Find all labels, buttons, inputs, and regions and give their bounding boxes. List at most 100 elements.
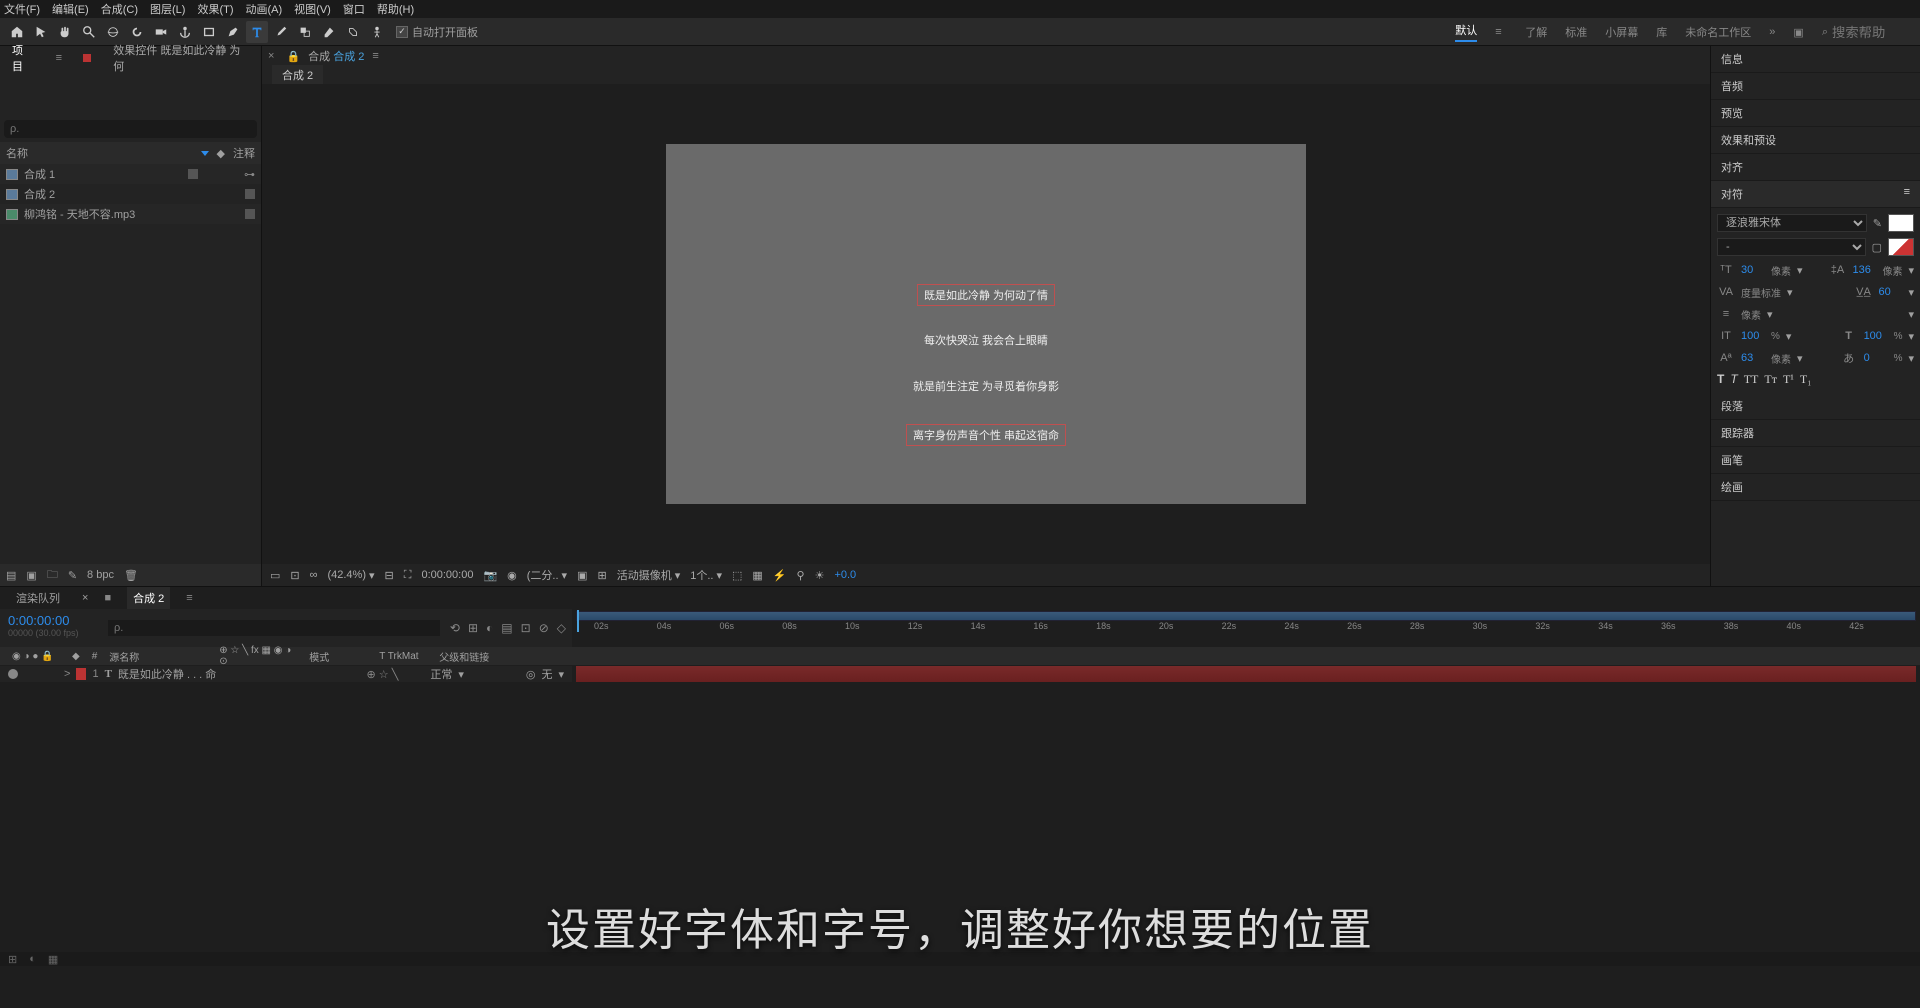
tl-marker-icon[interactable]: ◇ <box>557 621 566 635</box>
dropdown-icon[interactable]: ▾ <box>1908 330 1914 343</box>
tlf-frame-icon[interactable]: ▦ <box>48 953 58 966</box>
smallcaps-btn[interactable]: Tᴛ <box>1764 372 1777 387</box>
style-select[interactable]: - <box>1717 238 1866 256</box>
layer-switches[interactable]: ⊕ ☆ ╲ <box>367 668 399 681</box>
current-time[interactable]: 0:00:00:00 <box>8 613 94 628</box>
project-columns[interactable]: 名称 ◆ 注释 <box>0 142 261 164</box>
zoom-tool[interactable] <box>78 21 100 43</box>
trash-icon[interactable]: 🗑 <box>124 569 138 582</box>
ws-standard[interactable]: 标准 <box>1565 24 1587 40</box>
panel-brush[interactable]: 画笔 <box>1711 447 1920 474</box>
dropdown-icon[interactable]: ▾ <box>1797 352 1803 365</box>
font-select[interactable]: 逐浪雅宋体 <box>1717 214 1867 232</box>
project-item[interactable]: 合成 2 <box>0 184 261 204</box>
close-comp-icon[interactable]: × <box>268 50 274 62</box>
views-control[interactable]: 1个..▾ <box>690 567 722 583</box>
ws-learn[interactable]: 了解 <box>1525 24 1547 40</box>
vf-snapshot-icon[interactable]: 📷 <box>483 569 497 582</box>
zoom-control[interactable]: (42.4%)▾ <box>327 569 374 582</box>
bold-btn[interactable]: T <box>1717 372 1724 387</box>
panel-audio[interactable]: 音频 <box>1711 73 1920 100</box>
vf-fast-icon[interactable]: ⚡ <box>773 569 787 582</box>
ws-default[interactable]: 默认 <box>1455 22 1477 42</box>
menu-edit[interactable]: 编辑(E) <box>52 1 89 17</box>
tlf-toggle-icon[interactable]: ⊞ <box>8 953 17 966</box>
vf-mask-icon[interactable]: ∞ <box>310 569 318 581</box>
ws-box-icon[interactable]: ▣ <box>1793 26 1803 39</box>
visibility-icon[interactable] <box>8 669 18 679</box>
comp-tab-label[interactable]: 合成 合成 2 <box>308 48 364 64</box>
menu-layer[interactable]: 图层(L) <box>150 1 185 17</box>
dropdown-icon[interactable]: ▾ <box>1797 264 1803 277</box>
bpc-label[interactable]: 8 bpc <box>87 569 114 581</box>
comp-menu-icon[interactable]: ≡ <box>372 50 384 62</box>
col-name[interactable]: 名称 <box>6 145 189 161</box>
vf-roi-icon[interactable]: ▣ <box>577 569 587 582</box>
eyedropper-icon[interactable]: ✎ <box>1873 217 1882 230</box>
comp-subtab[interactable]: 合成 2 <box>272 65 323 85</box>
menu-file[interactable]: 文件(F) <box>4 1 40 17</box>
project-item[interactable]: 柳鸿铭 - 天地不容.mp3 <box>0 204 261 224</box>
panel-align[interactable]: 对齐 <box>1711 154 1920 181</box>
tlf-zoom-icon[interactable]: ◐ <box>29 953 36 965</box>
vf-mag-icon[interactable]: ▭ <box>270 569 280 582</box>
tab-render-queue[interactable]: 渲染队列 <box>10 587 66 609</box>
project-search-input[interactable] <box>4 120 257 138</box>
stroke-swatch[interactable] <box>1888 238 1914 256</box>
caps-btn[interactable]: TT <box>1744 372 1759 387</box>
tracking[interactable]: 60 <box>1878 286 1902 298</box>
layer-name[interactable]: 既是如此冷静 . . . 命 <box>118 666 216 682</box>
hamburger-icon[interactable]: ≡ <box>1495 26 1507 38</box>
dropdown-icon[interactable]: ▾ <box>1908 352 1914 365</box>
kern-mode[interactable]: 度量标准 <box>1741 285 1781 300</box>
vf-px-icon[interactable]: ▦ <box>752 569 762 582</box>
mode-dropdown-icon[interactable]: ▾ <box>458 668 464 681</box>
menu-anim[interactable]: 动画(A) <box>246 1 283 17</box>
dropdown-icon[interactable]: ▾ <box>1908 286 1914 299</box>
lyric-line-4[interactable]: 离字身份声音个性 串起这宿命 <box>906 424 1066 446</box>
puppet-tool[interactable] <box>366 21 388 43</box>
lock-icon[interactable]: 🔒 <box>286 50 300 63</box>
dropdown-icon[interactable]: ▾ <box>1767 308 1773 321</box>
nofill-icon[interactable]: ▢ <box>1872 241 1882 254</box>
work-area-bar[interactable] <box>576 611 1916 621</box>
tab-fx-controls[interactable]: 效果控件 既是如此冷静 为何 <box>107 38 255 78</box>
super-btn[interactable]: T¹ <box>1783 372 1794 387</box>
panel-info[interactable]: 信息 <box>1711 46 1920 73</box>
panel-tracker[interactable]: 跟踪器 <box>1711 420 1920 447</box>
col-parent[interactable]: 父级和链接 <box>433 649 495 664</box>
help-search-input[interactable] <box>1832 25 1912 40</box>
col-trkmat[interactable]: T TrkMat <box>373 651 433 662</box>
panel-preview[interactable]: 预览 <box>1711 100 1920 127</box>
sub-btn[interactable]: T₁ <box>1800 372 1812 387</box>
tl-frame-icon[interactable]: ▤ <box>501 621 512 635</box>
col-source[interactable]: 源名称 <box>103 649 213 664</box>
tab-menu-icon[interactable]: ≡ <box>56 52 68 64</box>
vf-exposure[interactable]: +0.0 <box>834 569 856 581</box>
hscale[interactable]: 100 <box>1864 330 1888 342</box>
brush-tool[interactable] <box>270 21 292 43</box>
vf-3d-icon[interactable]: ⬚ <box>732 569 742 582</box>
col-mode[interactable]: 模式 <box>303 649 373 664</box>
layer-row[interactable]: > 1 T 既是如此冷静 . . . 命 ⊕ ☆ ╲ 正常 ▾ ◎ 无 ▾ <box>0 665 1920 683</box>
panel-paragraph[interactable]: 段落 <box>1711 393 1920 420</box>
lyric-line-3[interactable]: 就是前生注定 为寻觅着你身影 <box>913 378 1059 394</box>
col-comment[interactable]: 注释 <box>233 145 255 161</box>
panel-character[interactable]: 对符≡ <box>1711 181 1920 208</box>
panel-effects[interactable]: 效果和预设 <box>1711 127 1920 154</box>
vscale[interactable]: 100 <box>1741 330 1765 342</box>
layer-parent[interactable]: 无 <box>541 666 552 682</box>
lyric-line-2[interactable]: 每次快哭泣 我会合上眼睛 <box>924 332 1048 348</box>
menu-view[interactable]: 视图(V) <box>294 1 331 17</box>
vf-share-icon[interactable]: ⚲ <box>797 569 805 582</box>
tl-shy-icon[interactable]: ⟲ <box>450 621 460 635</box>
clone-tool[interactable] <box>294 21 316 43</box>
adjust-icon[interactable]: ✎ <box>68 569 77 582</box>
menu-effect[interactable]: 效果(T) <box>197 1 233 17</box>
menu-comp[interactable]: 合成(C) <box>101 1 138 17</box>
vf-time[interactable]: 0:00:00:00 <box>421 569 473 581</box>
dropdown-icon[interactable]: ▾ <box>1908 264 1914 277</box>
tl-blur-icon[interactable]: ◐ <box>486 621 493 635</box>
ws-lib[interactable]: 库 <box>1656 24 1667 40</box>
resolution-control[interactable]: (二分..▾ <box>527 567 567 583</box>
